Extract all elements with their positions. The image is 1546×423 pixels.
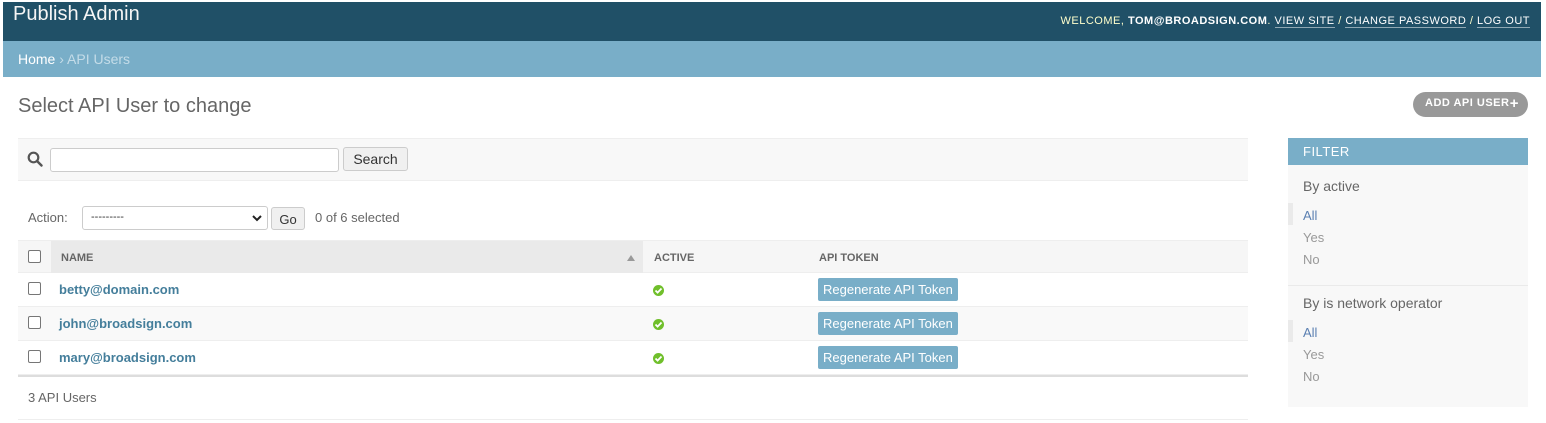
filter-active-no[interactable]: No (1303, 252, 1320, 267)
filter-active-yes[interactable]: Yes (1303, 230, 1324, 245)
table-header: NAME ACTIVE API TOKEN (18, 240, 1248, 273)
table-row: mary@broadsign.com Regenerate API Token (18, 341, 1248, 375)
search-button[interactable]: Search (343, 147, 408, 171)
select-all-checkbox[interactable] (28, 250, 41, 263)
welcome-text: WELCOME, (1060, 15, 1128, 27)
breadcrumb: Home › API Users (3, 41, 1541, 77)
user-name-link[interactable]: john@broadsign.com (59, 316, 192, 331)
actions-bar: Action: --------- Go 0 of 6 selected (18, 203, 1248, 233)
filter-group-title: By is network operator (1303, 295, 1443, 311)
add-api-user-button[interactable]: ADD API USER + (1413, 92, 1528, 117)
go-button[interactable]: Go (271, 207, 305, 230)
site-title[interactable]: Publish Admin (13, 3, 140, 26)
table-row: betty@domain.com Regenerate API Token (18, 273, 1248, 307)
filter-panel: FILTER By active All Yes No By is networ… (1288, 138, 1528, 407)
search-icon (27, 151, 43, 167)
filter-group-title: By active (1303, 178, 1360, 194)
check-icon (653, 319, 664, 330)
change-password-link[interactable]: CHANGE PASSWORD (1345, 15, 1467, 28)
action-label: Action: (28, 210, 68, 225)
regenerate-token-button[interactable]: Regenerate API Token (818, 312, 958, 335)
search-toolbar: Search (18, 138, 1248, 181)
results-table: NAME ACTIVE API TOKEN betty@domain.com R… (18, 240, 1248, 375)
view-site-link[interactable]: VIEW SITE (1274, 15, 1335, 28)
paginator: 3 API Users (18, 377, 1248, 420)
action-select[interactable]: --------- (82, 206, 268, 230)
regenerate-token-button[interactable]: Regenerate API Token (818, 346, 958, 369)
user-name-link[interactable]: betty@domain.com (59, 282, 179, 297)
breadcrumb-home-link[interactable]: Home (18, 51, 55, 67)
column-header-api-token: API TOKEN (819, 252, 879, 264)
filter-network-operator-all[interactable]: All (1303, 325, 1317, 340)
header: Publish Admin WELCOME, TOM@BROADSIGN.COM… (3, 2, 1541, 41)
column-header-name[interactable]: NAME (61, 252, 93, 264)
row-checkbox[interactable] (28, 316, 41, 329)
filter-network-operator-yes[interactable]: Yes (1303, 347, 1324, 362)
breadcrumb-current: API Users (67, 51, 131, 67)
search-input[interactable] (50, 148, 339, 172)
plus-icon: + (1509, 95, 1519, 112)
column-header-active: ACTIVE (654, 252, 695, 264)
filter-network-operator-no[interactable]: No (1303, 369, 1320, 384)
regenerate-token-button[interactable]: Regenerate API Token (818, 278, 958, 301)
sort-ascending-icon[interactable] (627, 255, 635, 261)
log-out-link[interactable]: LOG OUT (1476, 15, 1530, 28)
filter-title: FILTER (1288, 138, 1528, 165)
check-icon (653, 285, 664, 296)
row-checkbox[interactable] (28, 282, 41, 295)
user-name-link[interactable]: mary@broadsign.com (59, 350, 196, 365)
page-title: Select API User to change (18, 95, 252, 117)
selected-counter: 0 of 6 selected (315, 210, 400, 225)
row-checkbox[interactable] (28, 350, 41, 363)
username: TOM@BROADSIGN.COM (1127, 15, 1268, 27)
chevron-down-icon (251, 209, 263, 230)
check-icon (653, 353, 664, 364)
filter-active-all[interactable]: All (1303, 208, 1317, 223)
table-row: john@broadsign.com Regenerate API Token (18, 307, 1248, 341)
user-tools: WELCOME, TOM@BROADSIGN.COM. VIEW SITE / … (1060, 15, 1530, 28)
